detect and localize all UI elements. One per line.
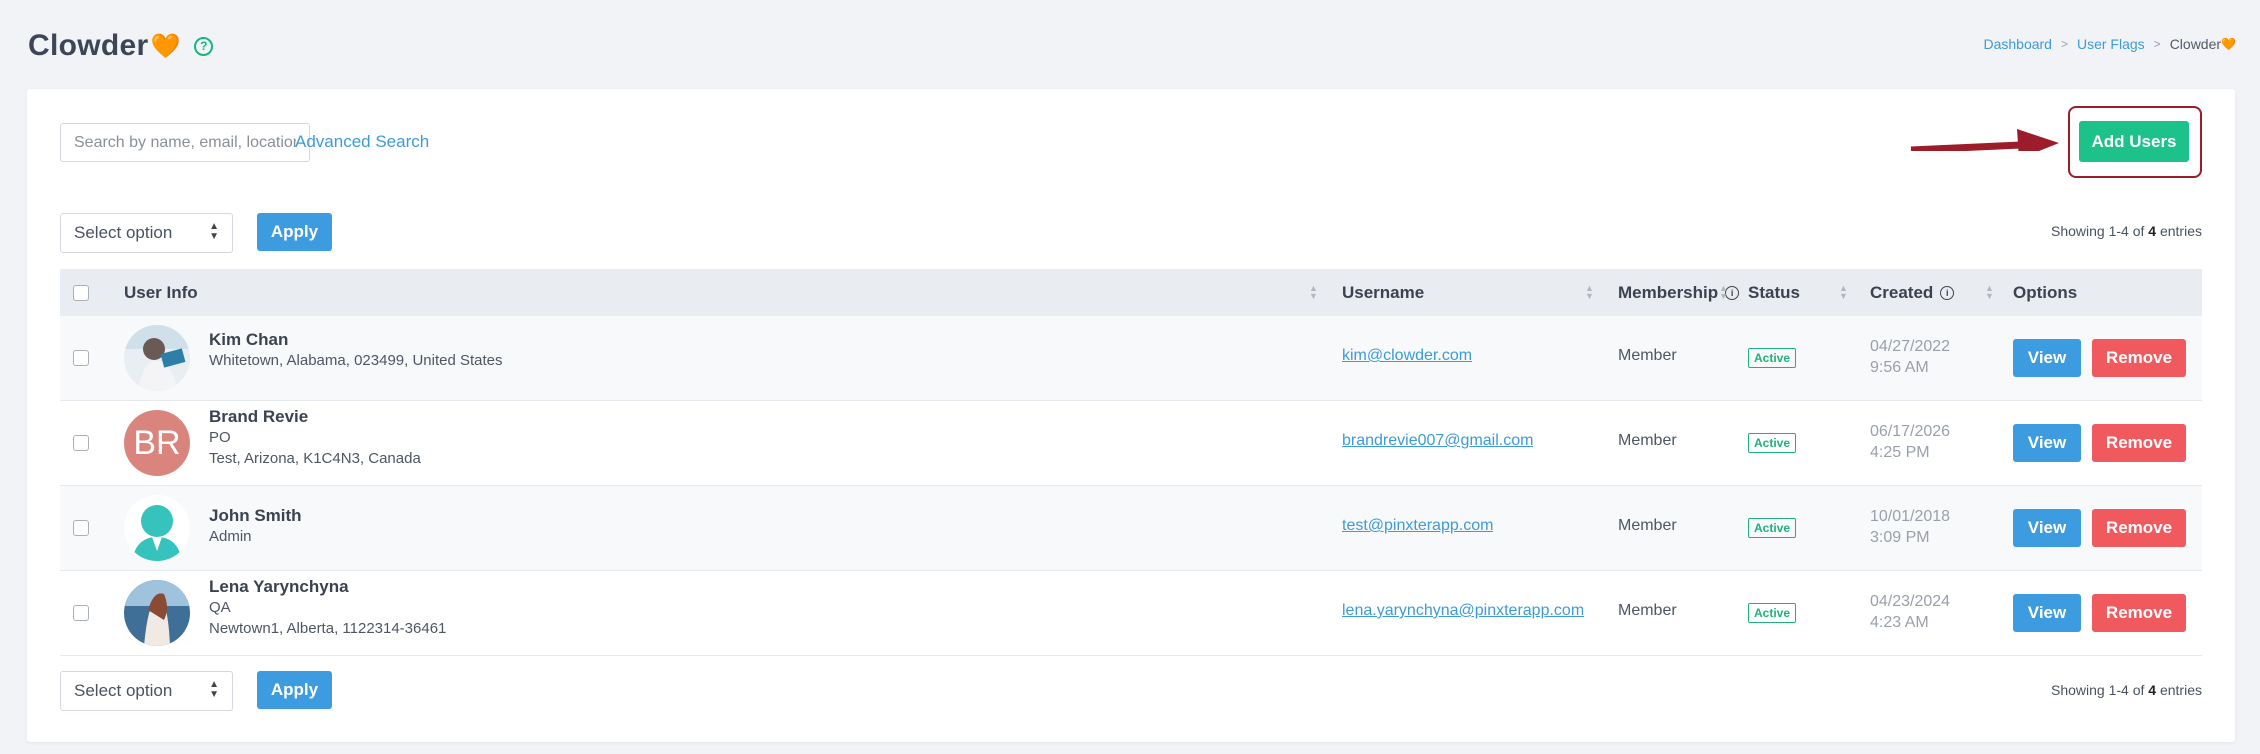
user-email-link[interactable]: brandrevie007@gmail.com — [1342, 432, 1533, 450]
user-detail: Newtown1, Alberta, 1122314-36461 — [209, 620, 447, 637]
column-username[interactable]: Username — [1342, 269, 1424, 316]
table-row: BR Brand Revie PO Test, Arizona, K1C4N3,… — [60, 401, 2202, 486]
remove-button[interactable]: Remove — [2092, 509, 2186, 547]
created-date: 10/01/2018 3:09 PM — [1870, 508, 1951, 546]
bulk-action-select-value: Select option — [74, 223, 173, 242]
sort-icon[interactable]: ▲ ▼ — [1309, 284, 1318, 301]
apply-button-top[interactable]: Apply — [257, 213, 332, 251]
user-email-link[interactable]: test@pinxterapp.com — [1342, 517, 1493, 535]
membership-value: Member — [1618, 602, 1677, 619]
membership-value: Member — [1618, 347, 1677, 364]
user-role: QA — [209, 599, 231, 616]
entries-summary-bottom: Showing 1-4 of 4 entries — [2050, 682, 2202, 698]
info-icon: i — [1940, 285, 1955, 300]
breadcrumb-current-label: Clowder — [2169, 36, 2222, 52]
row-checkbox[interactable] — [73, 435, 89, 451]
remove-button[interactable]: Remove — [2092, 339, 2186, 377]
column-created[interactable]: Created i — [1870, 269, 1955, 316]
view-button[interactable]: View — [2013, 424, 2081, 462]
breadcrumb-separator: > — [2153, 37, 2161, 51]
select-caret-icon: ▲ ▼ — [209, 221, 219, 242]
sort-icon[interactable]: ▲ ▼ — [1585, 284, 1594, 301]
page-header: Clowder 🧡 ? — [28, 26, 214, 66]
sort-icon[interactable]: ▲ ▼ — [1985, 284, 1994, 301]
bulk-action-select-value: Select option — [74, 681, 173, 700]
users-table: User Info ▲ ▼ Username ▲ ▼ Membership i ▲ ▼ … — [60, 269, 2202, 656]
created-date: 04/23/2024 4:23 AM — [1870, 593, 1951, 631]
user-info: Lena Yarynchyna QA Newtown1, Alberta, 11… — [209, 577, 446, 639]
sort-icon[interactable]: ▲ ▼ — [1839, 284, 1848, 301]
help-icon[interactable]: ? — [194, 36, 214, 56]
entries-summary-top: Showing 1-4 of 4 entries — [2050, 223, 2202, 239]
created-date: 04/27/2022 9:56 AM — [1870, 338, 1951, 376]
select-all-checkbox[interactable] — [73, 284, 89, 301]
user-photo-icon — [124, 325, 190, 391]
view-button[interactable]: View — [2013, 509, 2081, 547]
user-email-link[interactable]: lena.yarynchyna@pinxterapp.com — [1342, 602, 1584, 620]
table-body: Kim Chan Whitetown, Alabama, 023499, Uni… — [60, 316, 2202, 656]
table-row: Kim Chan Whitetown, Alabama, 023499, Uni… — [60, 316, 2202, 401]
avatar: BR — [124, 410, 190, 476]
user-photo-icon — [124, 580, 190, 646]
table-row: Lena Yarynchyna QA Newtown1, Alberta, 11… — [60, 571, 2202, 656]
apply-button-bottom[interactable]: Apply — [257, 671, 332, 709]
view-button[interactable]: View — [2013, 594, 2081, 632]
breadcrumb-current: Clowder 🧡 — [2170, 36, 2236, 52]
created-date: 06/17/2026 4:25 PM — [1870, 423, 1951, 461]
avatar — [124, 325, 190, 391]
table-header: User Info ▲ ▼ Username ▲ ▼ Membership i ▲ ▼ … — [60, 269, 2202, 316]
remove-button[interactable]: Remove — [2092, 594, 2186, 632]
avatar — [124, 580, 190, 646]
status-badge: Active — [1748, 433, 1797, 453]
status-badge: Active — [1748, 348, 1797, 368]
annotation-arrow-icon — [1910, 129, 2059, 151]
row-checkbox[interactable] — [73, 350, 89, 366]
column-options: Options — [2013, 282, 2078, 302]
search-input[interactable] — [60, 123, 310, 162]
row-checkbox[interactable] — [73, 605, 89, 621]
default-user-icon — [124, 495, 190, 561]
user-detail: Whitetown, Alabama, 023499, United State… — [209, 352, 503, 369]
breadcrumb-user-flags[interactable]: User Flags — [2077, 36, 2145, 52]
user-info: Kim Chan Whitetown, Alabama, 023499, Uni… — [209, 330, 503, 371]
user-info: John Smith Admin — [209, 506, 302, 547]
row-checkbox[interactable] — [73, 520, 89, 536]
user-detail: Test, Arizona, K1C4N3, Canada — [209, 450, 421, 467]
page-title: Clowder — [28, 29, 149, 62]
add-users-button[interactable]: Add Users — [2079, 121, 2189, 162]
select-caret-icon: ▲ ▼ — [209, 679, 219, 700]
user-name[interactable]: John Smith — [209, 506, 302, 526]
heart-emoji-icon: 🧡 — [2221, 37, 2236, 51]
breadcrumb-separator: > — [2060, 37, 2068, 51]
breadcrumb: Dashboard > User Flags > Clowder 🧡 — [1983, 36, 2236, 52]
users-card: Advanced Search Add Users Select option … — [27, 89, 2235, 742]
sort-icon[interactable]: ▲ ▼ — [1719, 284, 1728, 301]
user-role: Admin — [209, 528, 252, 545]
avatar — [124, 495, 190, 561]
column-user-info[interactable]: User Info — [124, 269, 198, 316]
heart-emoji-icon: 🧡 — [150, 32, 181, 60]
breadcrumb-dashboard[interactable]: Dashboard — [1983, 36, 2052, 52]
user-name[interactable]: Kim Chan — [209, 330, 503, 350]
user-email-link[interactable]: kim@clowder.com — [1342, 347, 1472, 365]
user-name[interactable]: Lena Yarynchyna — [209, 577, 446, 597]
user-info: Brand Revie PO Test, Arizona, K1C4N3, Ca… — [209, 407, 421, 469]
bulk-action-select-top[interactable]: Select option ▲ ▼ — [60, 213, 233, 253]
bulk-action-select-bottom[interactable]: Select option ▲ ▼ — [60, 671, 233, 711]
membership-value: Member — [1618, 517, 1677, 534]
user-name[interactable]: Brand Revie — [209, 407, 421, 427]
status-badge: Active — [1748, 518, 1797, 538]
user-role: PO — [209, 429, 231, 446]
membership-value: Member — [1618, 432, 1677, 449]
view-button[interactable]: View — [2013, 339, 2081, 377]
status-badge: Active — [1748, 603, 1797, 623]
remove-button[interactable]: Remove — [2092, 424, 2186, 462]
table-row: John Smith Admin test@pinxterapp.com Mem… — [60, 486, 2202, 571]
advanced-search-link[interactable]: Advanced Search — [295, 132, 429, 152]
column-status[interactable]: Status — [1748, 269, 1800, 316]
